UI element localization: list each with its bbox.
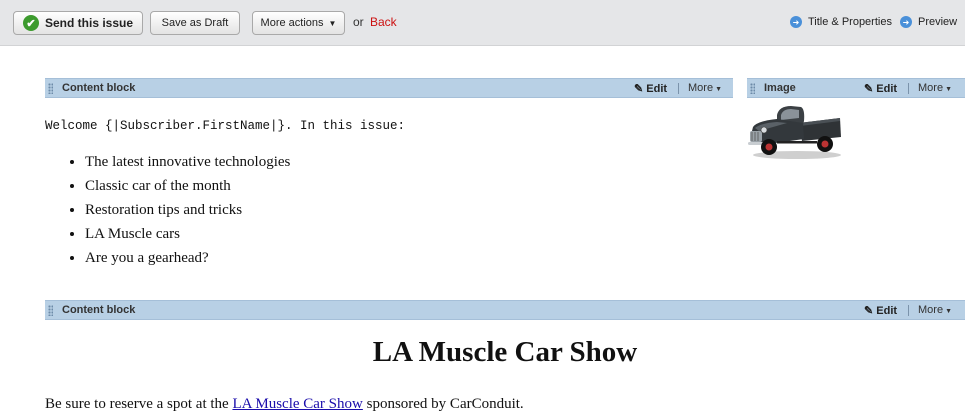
caret-down-icon: ▼ bbox=[945, 86, 952, 93]
block-more-dropdown[interactable]: More ▼ bbox=[918, 304, 952, 316]
list-item: Restoration tips and tricks bbox=[85, 198, 290, 222]
check-icon: ✔ bbox=[22, 15, 39, 31]
drag-handle-icon[interactable] bbox=[750, 83, 755, 94]
caret-down-icon: ▼ bbox=[715, 86, 722, 93]
preview-label: Preview bbox=[918, 16, 958, 28]
preview-link[interactable]: ➜ Preview bbox=[900, 16, 957, 28]
arrow-circle-icon: ➜ bbox=[900, 16, 912, 28]
issue-topics-list: The latest innovative technologies Class… bbox=[45, 150, 290, 270]
arrow-circle-icon: ➜ bbox=[790, 16, 802, 28]
caret-down-icon: ▼ bbox=[945, 308, 952, 315]
edit-label: Edit bbox=[646, 83, 668, 95]
car-show-link[interactable]: LA Muscle Car Show bbox=[232, 396, 362, 412]
list-item: LA Muscle cars bbox=[85, 222, 290, 246]
more-label: More bbox=[918, 304, 944, 316]
edit-block-button[interactable]: ✎ Edit bbox=[864, 304, 897, 317]
caret-down-icon: ▼ bbox=[328, 18, 337, 28]
drag-handle-icon[interactable] bbox=[48, 83, 53, 94]
divider bbox=[678, 83, 679, 94]
image-block-header: Image ✎ Edit More ▼ bbox=[747, 78, 965, 98]
reserve-paragraph: Be sure to reserve a spot at the LA Musc… bbox=[45, 396, 524, 413]
divider bbox=[908, 83, 909, 94]
pencil-icon: ✎ bbox=[864, 305, 874, 317]
save-draft-label: Save as Draft bbox=[161, 17, 229, 29]
list-item: Classic car of the month bbox=[85, 174, 290, 198]
editor-toolbar: ✔ Send this issue Save as Draft More act… bbox=[0, 0, 965, 46]
classic-pickup-truck-image[interactable] bbox=[747, 101, 843, 161]
back-link[interactable]: Back bbox=[370, 15, 397, 29]
list-item: The latest innovative technologies bbox=[85, 150, 290, 174]
more-label: More bbox=[918, 82, 944, 94]
edit-label: Edit bbox=[876, 305, 898, 317]
show-heading: LA Muscle Car Show bbox=[372, 336, 638, 368]
pencil-icon: ✎ bbox=[864, 83, 874, 95]
welcome-line: Welcome {|Subscriber.FirstName|}. In thi… bbox=[45, 119, 406, 133]
block-title: Image bbox=[764, 82, 796, 94]
content-block-header: Content block ✎ Edit More ▼ bbox=[45, 300, 965, 320]
block-more-dropdown[interactable]: More ▼ bbox=[918, 82, 952, 94]
send-issue-label: Send this issue bbox=[44, 16, 134, 30]
content-block-header: Content block ✎ Edit More ▼ bbox=[45, 78, 733, 98]
list-item: Are you a gearhead? bbox=[85, 246, 290, 270]
block-more-dropdown[interactable]: More ▼ bbox=[688, 82, 722, 94]
edit-block-button[interactable]: ✎ Edit bbox=[634, 82, 667, 95]
divider bbox=[908, 305, 909, 316]
pencil-icon: ✎ bbox=[634, 83, 644, 95]
edit-block-button[interactable]: ✎ Edit bbox=[864, 82, 897, 95]
title-properties-link[interactable]: ➜ Title & Properties bbox=[790, 16, 892, 28]
or-text: or bbox=[353, 15, 364, 29]
more-actions-label: More actions bbox=[260, 17, 324, 29]
reserve-text-before: Be sure to reserve a spot at the bbox=[45, 396, 233, 412]
reserve-text-after: sponsored by CarConduit. bbox=[362, 396, 524, 412]
send-issue-button[interactable]: ✔ Send this issue bbox=[13, 11, 143, 35]
block-title: Content block bbox=[62, 82, 136, 94]
edit-label: Edit bbox=[876, 83, 898, 95]
block-title: Content block bbox=[62, 304, 136, 316]
drag-handle-icon[interactable] bbox=[48, 305, 53, 316]
title-properties-label: Title & Properties bbox=[808, 16, 892, 28]
more-label: More bbox=[688, 82, 714, 94]
more-actions-dropdown[interactable]: More actions ▼ bbox=[252, 11, 345, 35]
save-draft-button[interactable]: Save as Draft bbox=[150, 11, 240, 35]
